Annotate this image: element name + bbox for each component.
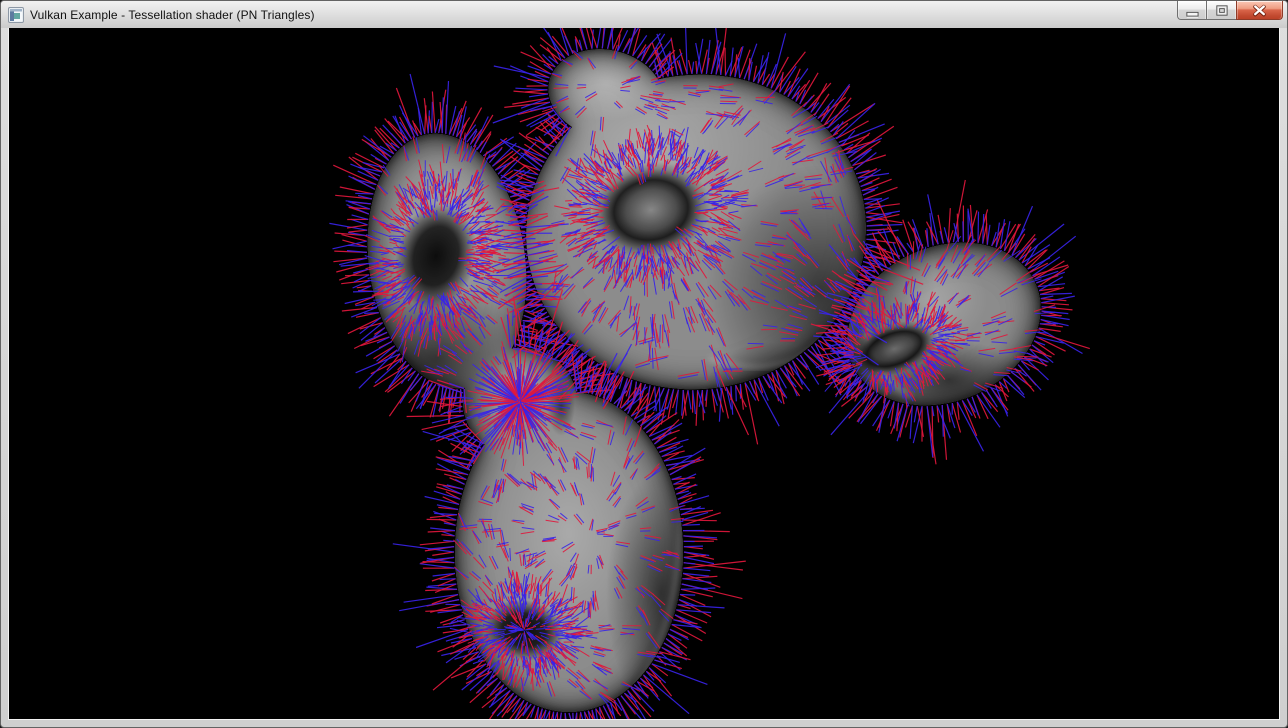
render-viewport[interactable] [8, 28, 1280, 720]
close-button[interactable] [1236, 1, 1283, 20]
window-title: Vulkan Example - Tessellation shader (PN… [30, 8, 315, 22]
close-icon [1237, 1, 1282, 20]
render-svg [9, 28, 1279, 719]
app-icon[interactable] [8, 7, 24, 23]
minimize-icon [1178, 1, 1206, 20]
app-window: Vulkan Example - Tessellation shader (PN… [0, 0, 1288, 728]
titlebar[interactable]: Vulkan Example - Tessellation shader (PN… [1, 1, 1287, 28]
window-controls [1178, 1, 1283, 20]
maximize-button[interactable] [1206, 1, 1237, 20]
maximize-icon [1207, 1, 1236, 20]
minimize-button[interactable] [1177, 1, 1207, 20]
